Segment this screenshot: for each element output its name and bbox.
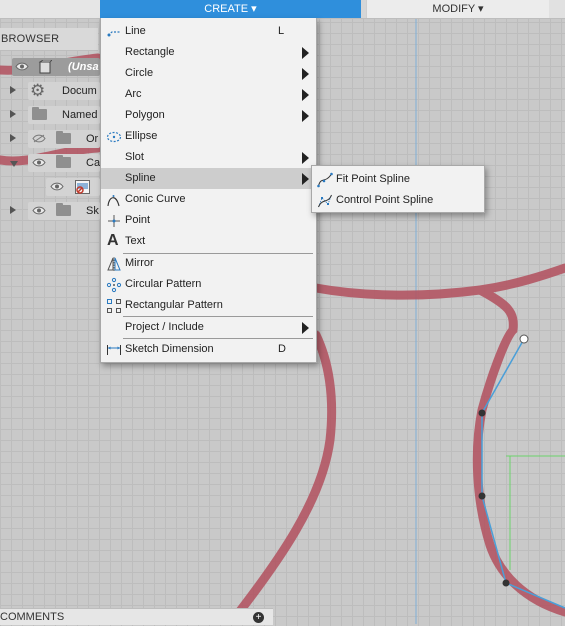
- menu-item-control-point-spline[interactable]: Control Point Spline: [312, 190, 484, 211]
- create-dropdown-menu: Line L Rectangle Circle Arc Polygon Elli…: [100, 18, 317, 363]
- circular-pattern-icon: [106, 277, 122, 293]
- rectangular-pattern-icon: [107, 299, 121, 313]
- visibility-eye-icon[interactable]: [15, 62, 29, 71]
- browser-panel-header[interactable]: BROWSER: [0, 28, 98, 51]
- gear-icon: ⚙: [30, 81, 46, 100]
- top-toolbar: CREATE ▾ MODIFY ▾: [0, 0, 565, 19]
- comments-panel-bar[interactable]: COMMENTS +: [0, 608, 273, 625]
- visibility-eye-icon[interactable]: [32, 158, 46, 167]
- menu-item-fit-point-spline[interactable]: Fit Point Spline: [312, 169, 484, 190]
- browser-title: BROWSER: [1, 33, 60, 45]
- toolbar-left-section: [0, 0, 101, 18]
- add-comment-icon[interactable]: +: [253, 612, 264, 623]
- conic-curve-icon: [107, 195, 120, 207]
- menu-item-polygon[interactable]: Polygon: [101, 105, 316, 126]
- menu-item-rectangle[interactable]: Rectangle: [101, 42, 316, 63]
- ellipse-icon: [106, 131, 122, 143]
- menu-item-slot[interactable]: Slot: [101, 147, 316, 168]
- browser-item-label: Docum: [62, 85, 97, 97]
- spline-point[interactable]: [502, 579, 510, 587]
- submenu-arrow-icon: [302, 173, 309, 185]
- expand-arrow-icon[interactable]: [10, 134, 16, 142]
- spline-point[interactable]: [478, 492, 486, 500]
- browser-item-label: Ca: [86, 157, 101, 169]
- toolbar-right-section: [549, 0, 565, 18]
- menu-item-point[interactable]: Point: [101, 210, 316, 231]
- browser-item-label: Sk: [86, 205, 99, 217]
- menu-item-arc[interactable]: Arc: [101, 84, 316, 105]
- green-construction-lines: [506, 455, 565, 570]
- menu-item-circular-pattern[interactable]: Circular Pattern: [101, 274, 316, 295]
- browser-item-named-views[interactable]: Named: [0, 104, 100, 126]
- submenu-arrow-icon: [302, 89, 309, 101]
- browser-item-origin[interactable]: Or: [0, 128, 100, 150]
- spline-endpoint[interactable]: [519, 334, 529, 344]
- menu-item-mirror[interactable]: Mirror: [101, 253, 316, 274]
- collapse-arrow-icon[interactable]: [10, 161, 18, 167]
- menu-item-sketch-dimension[interactable]: Sketch Dimension D: [101, 339, 316, 360]
- fit-point-spline-icon: [317, 172, 333, 188]
- expand-arrow-icon[interactable]: [10, 86, 16, 94]
- browser-item-label: Named: [62, 109, 98, 121]
- browser-item-sketches[interactable]: Sk: [0, 200, 100, 222]
- create-menu-button[interactable]: CREATE ▾: [100, 0, 361, 18]
- browser-item-root[interactable]: (Unsa: [0, 56, 100, 78]
- menu-item-ellipse[interactable]: Ellipse: [101, 126, 316, 147]
- menu-item-text[interactable]: A Text: [101, 231, 316, 252]
- submenu-arrow-icon: [302, 322, 309, 334]
- visibility-eye-icon[interactable]: [50, 182, 64, 191]
- sketch-dimension-icon: [107, 345, 121, 355]
- modify-menu-button[interactable]: MODIFY ▾: [366, 0, 550, 18]
- spline-submenu: Fit Point Spline Control Point Spline: [311, 165, 485, 213]
- menu-item-line[interactable]: Line L: [101, 21, 316, 42]
- browser-item-label: Or: [86, 133, 99, 145]
- point-icon: [108, 215, 120, 227]
- menu-item-circle[interactable]: Circle: [101, 63, 316, 84]
- submenu-arrow-icon: [302, 152, 309, 164]
- text-icon: A: [107, 232, 119, 249]
- browser-item-canvases[interactable]: Ca: [0, 152, 100, 174]
- component-icon: [38, 60, 52, 74]
- visibility-eye-icon[interactable]: [32, 206, 46, 215]
- expand-arrow-icon[interactable]: [10, 206, 16, 214]
- expand-arrow-icon[interactable]: [10, 110, 16, 118]
- menu-item-conic-curve[interactable]: Conic Curve: [101, 189, 316, 210]
- line-icon: [107, 31, 120, 37]
- submenu-arrow-icon: [302, 110, 309, 122]
- folder-icon: [32, 107, 47, 120]
- control-point-spline-icon: [318, 194, 332, 208]
- browser-item-document-settings[interactable]: ⚙ Docum: [0, 80, 100, 102]
- canvas-image-icon: [75, 180, 90, 194]
- menu-item-rectangular-pattern[interactable]: Rectangular Pattern: [101, 295, 316, 316]
- submenu-arrow-icon: [302, 68, 309, 80]
- browser-item-label: (Unsa: [68, 61, 99, 73]
- folder-icon: [56, 203, 71, 216]
- menu-item-project-include[interactable]: Project / Include: [101, 317, 316, 338]
- submenu-arrow-icon: [302, 47, 309, 59]
- browser-item-canvas-image[interactable]: [0, 176, 100, 198]
- mirror-icon: [107, 257, 121, 271]
- visibility-hidden-icon[interactable]: [32, 134, 46, 143]
- menu-item-spline[interactable]: Spline: [101, 168, 316, 189]
- folder-icon: [56, 131, 71, 144]
- folder-icon: [56, 155, 71, 168]
- spline-point[interactable]: [478, 409, 486, 417]
- comments-label: COMMENTS: [0, 611, 65, 623]
